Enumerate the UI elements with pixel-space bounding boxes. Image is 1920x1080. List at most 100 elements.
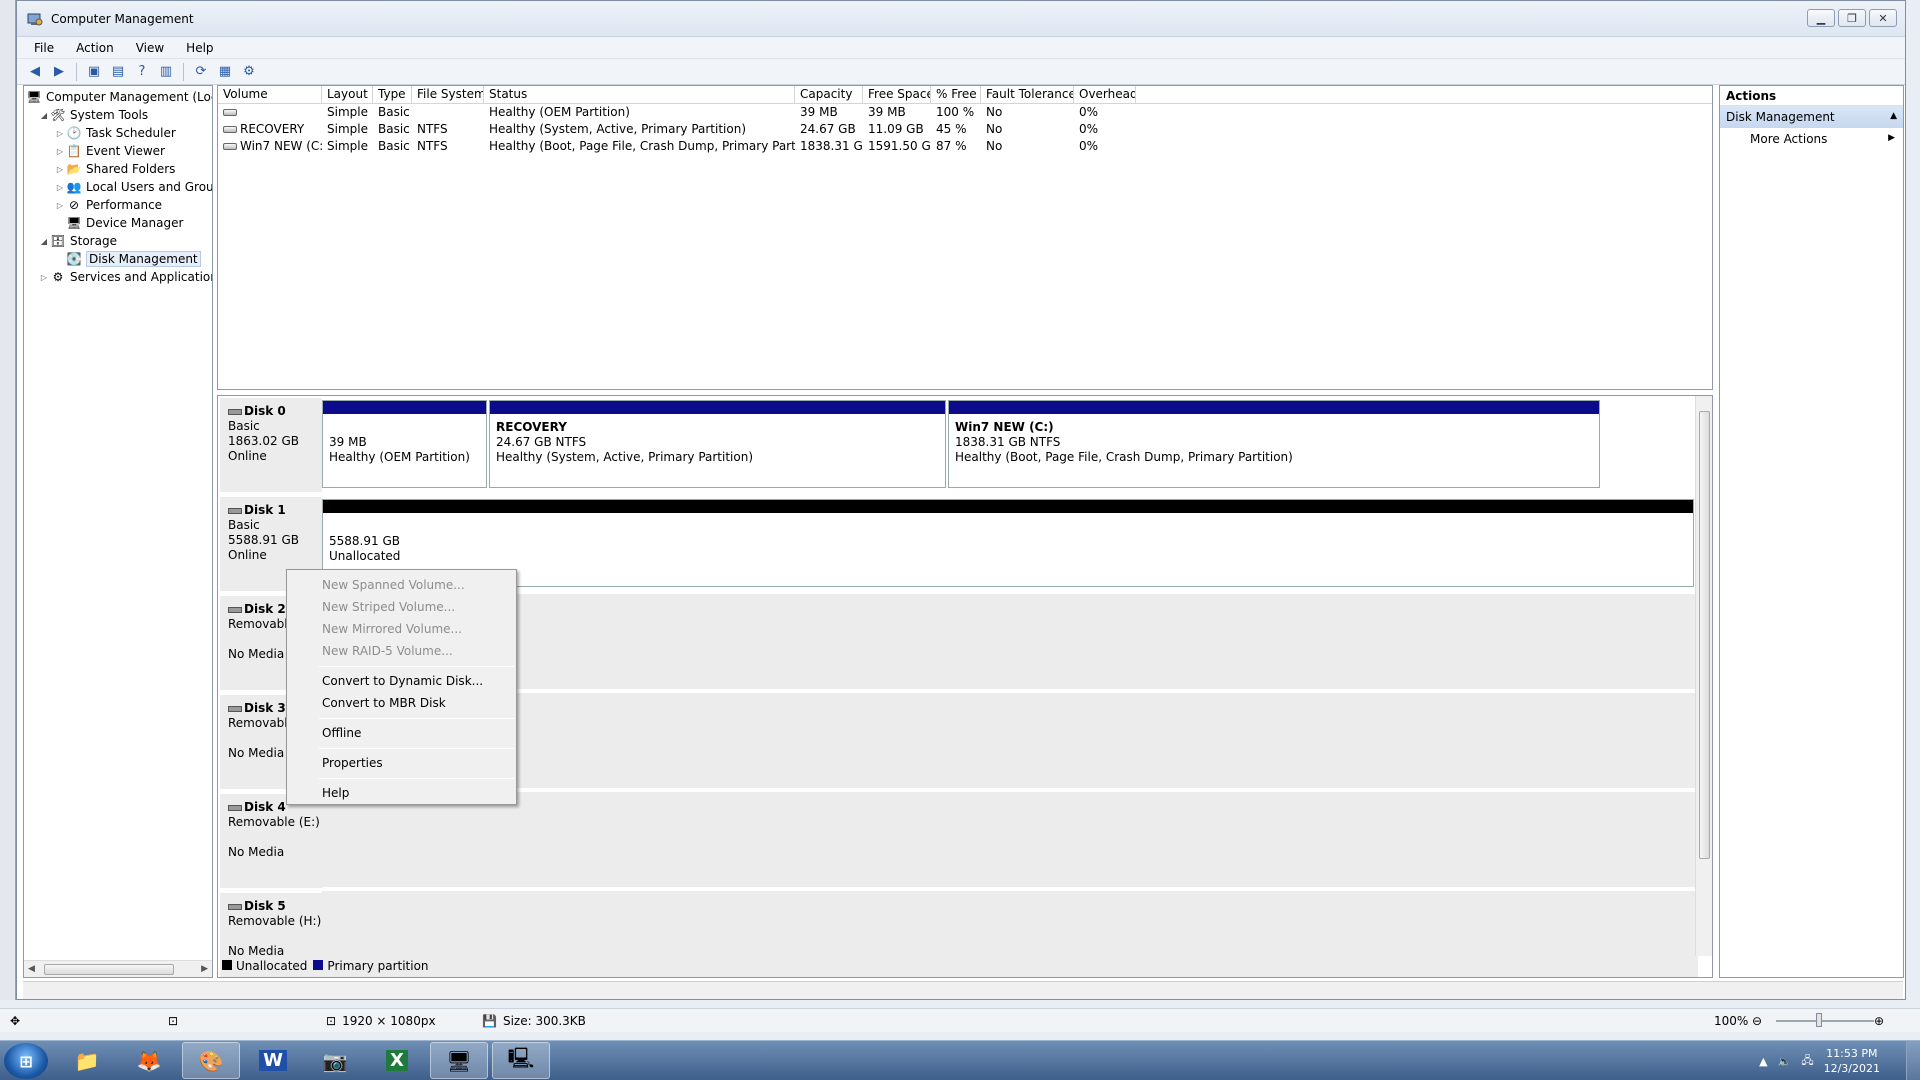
excel-icon[interactable]: X: [368, 1042, 426, 1079]
move-icon[interactable]: ✥: [10, 1014, 20, 1028]
context-menu-item-convert-to-mbr-disk[interactable]: Convert to MBR Disk: [287, 692, 516, 714]
menu-action[interactable]: Action: [65, 41, 125, 55]
collapse-icon[interactable]: ▲: [1890, 111, 1897, 121]
column-header-layout[interactable]: Layout: [322, 86, 373, 103]
volume-cell-free-space: 11.09 GB: [868, 122, 924, 136]
volume-row[interactable]: RECOVERY Simple Basic NTFS Healthy (System, …: [218, 121, 1712, 138]
computer-management-task-icon[interactable]: 🖳: [492, 1042, 550, 1079]
zoom-out-icon[interactable]: ⊖: [1752, 1014, 1762, 1028]
tray-expand-icon[interactable]: ▲: [1759, 1055, 1767, 1068]
properties-icon[interactable]: ▦: [215, 62, 235, 82]
disk-label[interactable]: Disk 4 Removable (E:) No Media: [220, 794, 322, 888]
column-header-file-system[interactable]: File System: [412, 86, 484, 103]
tree-item-shared-folders[interactable]: ▷ 📂 Shared Folders: [54, 160, 175, 178]
disk-no-media-area: [322, 693, 1698, 789]
collapsed-arrow-icon[interactable]: ▷: [38, 273, 50, 282]
show-desktop-button[interactable]: [1906, 1041, 1920, 1080]
camera-app-icon[interactable]: 📷: [306, 1042, 364, 1079]
tree-item-storage[interactable]: ◢ 🗄 Storage: [38, 232, 117, 250]
tree-item-performance[interactable]: ▷ ⊘ Performance: [54, 196, 162, 214]
column-header--free[interactable]: % Free: [931, 86, 981, 103]
tree-horizontal-scrollbar[interactable]: ◀ ▶: [24, 960, 212, 977]
file-explorer-icon[interactable]: 📁: [58, 1042, 116, 1079]
scroll-left-icon[interactable]: ◀: [28, 964, 35, 974]
actions-group-disk-management[interactable]: Disk Management ▲: [1720, 106, 1903, 128]
network-icon[interactable]: 🖧: [1801, 1052, 1813, 1071]
control-panel-icon[interactable]: 🖥: [430, 1042, 488, 1079]
context-menu-item-convert-to-dynamic-disk[interactable]: Convert to Dynamic Disk...: [287, 670, 516, 692]
refresh-icon[interactable]: ⟳: [191, 62, 211, 82]
partition-block[interactable]: Win7 NEW (C:) 1838.31 GB NTFS Healthy (Boo…: [948, 400, 1600, 488]
volume-cell-fault-tolerance: No: [986, 122, 1003, 136]
expanded-arrow-icon[interactable]: ◢: [38, 237, 50, 246]
tree-item-task-scheduler[interactable]: ▷ 🕑 Task Scheduler: [54, 124, 176, 142]
back-arrow-icon[interactable]: ◀: [25, 62, 45, 82]
fit-icon[interactable]: ⊡: [168, 1014, 178, 1028]
zoom-in-icon[interactable]: ⊕: [1874, 1014, 1884, 1028]
forward-arrow-icon[interactable]: ▶: [49, 62, 69, 82]
column-header-overhead[interactable]: Overhead: [1074, 86, 1136, 103]
context-menu-item-help[interactable]: Help: [287, 782, 516, 804]
tree-item-disk-management[interactable]: 💽 Disk Management: [54, 250, 201, 268]
disk-row-disk-5: Disk 5 Removable (H:) No Media: [218, 891, 1698, 977]
volume-row[interactable]: Simple Basic Healthy (OEM Partition) 39 MB 3…: [218, 104, 1712, 121]
scrollbar-thumb[interactable]: [44, 964, 174, 975]
column-header-type[interactable]: Type: [373, 86, 412, 103]
scroll-right-icon[interactable]: ▶: [201, 964, 208, 974]
partition-block[interactable]: 39 MB Healthy (OEM Partition): [322, 400, 487, 488]
tree-item-device-manager[interactable]: 🖥 Device Manager: [54, 214, 183, 232]
partition-block[interactable]: RECOVERY 24.67 GB NTFS Healthy (System, Ac…: [489, 400, 946, 488]
paint-icon[interactable]: 🎨: [182, 1042, 240, 1079]
clock[interactable]: 11:53 PM 12/3/2021: [1824, 1046, 1880, 1076]
disk-name: Disk 0: [228, 404, 322, 419]
device-manager-icon: 🖥: [66, 216, 82, 230]
maximize-button[interactable]: ❐: [1838, 9, 1866, 27]
collapsed-arrow-icon[interactable]: ▷: [54, 129, 66, 138]
unallocated-region[interactable]: 5588.91 GB Unallocated: [322, 499, 1694, 587]
actions-group-label: Disk Management: [1726, 110, 1835, 124]
expanded-arrow-icon[interactable]: ◢: [38, 111, 50, 120]
help-icon[interactable]: ?: [132, 62, 152, 82]
column-header-free-space[interactable]: Free Space: [863, 86, 931, 103]
menu-view[interactable]: View: [125, 41, 175, 55]
tree-item-services-and-applications[interactable]: ▷ ⚙ Services and Applications: [38, 268, 212, 286]
zoom-slider[interactable]: [1776, 1020, 1874, 1022]
menu-help[interactable]: Help: [175, 41, 224, 55]
tree-item-event-viewer[interactable]: ▷ 📋 Event Viewer: [54, 142, 165, 160]
submenu-arrow-icon: ▶: [1888, 133, 1895, 143]
tree-item-label: Device Manager: [86, 216, 184, 230]
word-icon[interactable]: W: [244, 1042, 302, 1079]
collapsed-arrow-icon[interactable]: ▷: [54, 201, 66, 210]
volume-row[interactable]: Win7 NEW (C:) Simple Basic NTFS Healthy (Boo…: [218, 138, 1712, 155]
column-header-status[interactable]: Status: [484, 86, 795, 103]
partition-name: Win7 NEW (C:): [955, 420, 1054, 434]
minimize-button[interactable]: ▁: [1807, 9, 1835, 27]
show-hide-tree-icon[interactable]: ▤: [108, 62, 128, 82]
tree-item-system-tools[interactable]: ◢ 🛠 System Tools: [38, 106, 148, 124]
menu-file[interactable]: File: [23, 41, 65, 55]
collapsed-arrow-icon[interactable]: ▷: [54, 147, 66, 156]
column-header-fault-tolerance[interactable]: Fault Tolerance: [981, 86, 1074, 103]
show-hide-action-pane-icon[interactable]: ▥: [156, 62, 176, 82]
up-folder-icon[interactable]: ▣: [84, 62, 104, 82]
volume-cell-capacity: 1838.31 GB: [800, 139, 863, 153]
tree-item-local-users-and-groups[interactable]: ▷👥 Local Users and Groups: [54, 178, 212, 196]
firefox-icon[interactable]: 🦊: [120, 1042, 178, 1079]
column-header-capacity[interactable]: Capacity: [795, 86, 863, 103]
volume-icon[interactable]: 🔈: [1778, 1055, 1792, 1068]
disk-label[interactable]: Disk 0 Basic 1863.02 GB Online: [220, 398, 322, 492]
more-actions-link[interactable]: More Actions ▶: [1720, 128, 1903, 150]
close-button[interactable]: ✕: [1869, 9, 1897, 27]
context-menu-item-properties[interactable]: Properties: [287, 752, 516, 774]
context-menu-item-offline[interactable]: Offline: [287, 722, 516, 744]
partition-size: 24.67 GB NTFS: [496, 435, 587, 449]
settings-icon[interactable]: ⚙: [239, 62, 259, 82]
collapsed-arrow-icon[interactable]: ▷: [54, 183, 66, 192]
disk-view-vertical-scrollbar[interactable]: [1695, 396, 1712, 956]
start-button[interactable]: ⊞: [4, 1043, 48, 1079]
collapsed-arrow-icon[interactable]: ▷: [54, 165, 66, 174]
scrollbar-thumb[interactable]: [1699, 411, 1710, 859]
zoom-slider-thumb[interactable]: [1816, 1013, 1822, 1027]
column-header-volume[interactable]: Volume: [218, 86, 322, 103]
tree-root[interactable]: 🖥 Computer Management (Local: [26, 88, 212, 106]
